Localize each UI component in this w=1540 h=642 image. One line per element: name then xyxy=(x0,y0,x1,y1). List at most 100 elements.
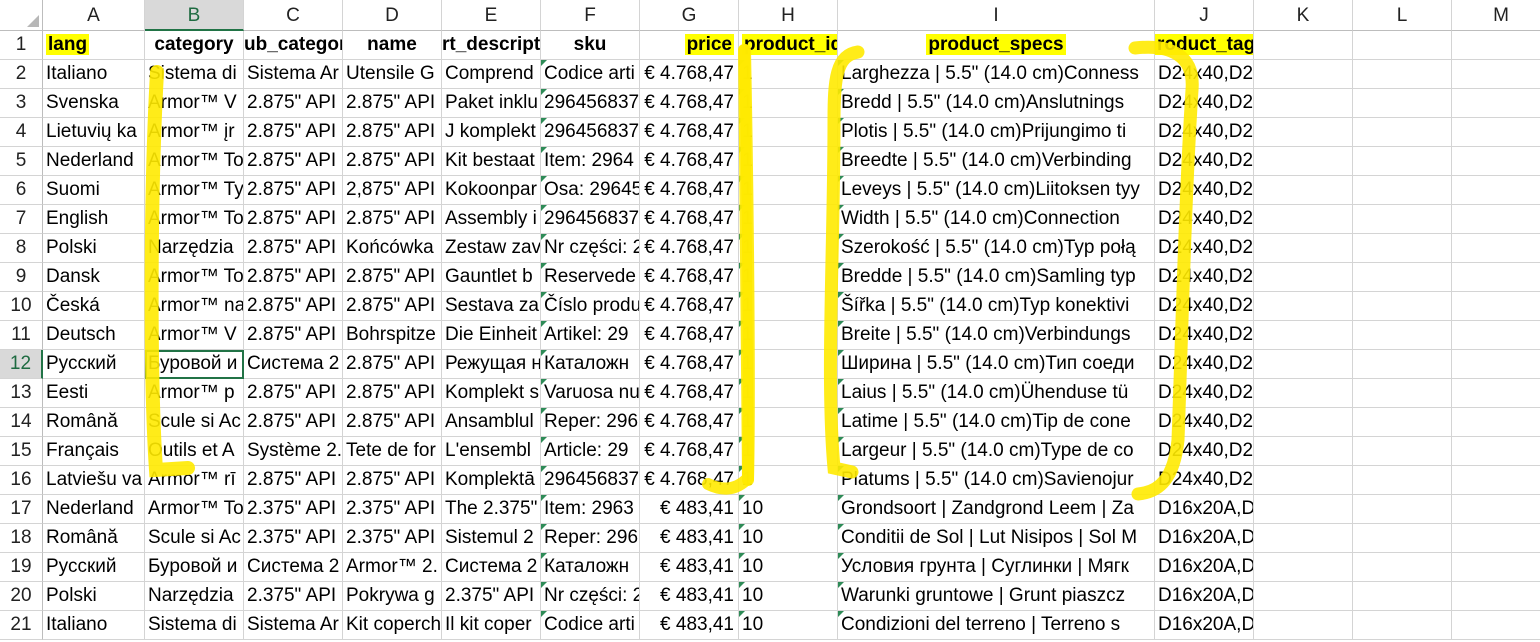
column-header-f[interactable]: F xyxy=(541,0,640,31)
select-all-corner[interactable] xyxy=(0,0,43,31)
cell-a6[interactable]: Suomi xyxy=(43,176,145,205)
cell-f1[interactable]: sku xyxy=(541,31,640,60)
cell-i21[interactable]: Condizioni del terreno | Terreno s xyxy=(838,611,1155,640)
cell-d11[interactable]: Bohrspitze xyxy=(343,321,442,350)
cell-l1[interactable] xyxy=(1353,31,1452,60)
cell-e8[interactable]: Zestaw zav xyxy=(442,234,541,263)
column-header-m[interactable]: M xyxy=(1452,0,1540,31)
cell-b5[interactable]: Armor™ To xyxy=(145,147,244,176)
row-header-12[interactable]: 12 xyxy=(0,350,43,379)
cell-j11[interactable]: D24x40,D24x40A,D24x40SeriesII,D24x40S xyxy=(1155,321,1254,350)
row-header-15[interactable]: 15 xyxy=(0,437,43,466)
cell-g14[interactable]: € 4.768,47 xyxy=(640,408,739,437)
cell-c18[interactable]: 2.375" API xyxy=(244,524,343,553)
cell-b17[interactable]: Armor™ To xyxy=(145,495,244,524)
cell-g13[interactable]: € 4.768,47 xyxy=(640,379,739,408)
row-header-9[interactable]: 9 xyxy=(0,263,43,292)
cell-f11[interactable]: Artikel: 29 xyxy=(541,321,640,350)
cell-c13[interactable]: 2.875" API xyxy=(244,379,343,408)
cell-a4[interactable]: Lietuvių ka xyxy=(43,118,145,147)
cell-b13[interactable]: Armor™ p xyxy=(145,379,244,408)
cell-i1[interactable]: product_specs xyxy=(838,31,1155,60)
cell-l4[interactable] xyxy=(1353,118,1452,147)
cell-e1[interactable]: rt_descript xyxy=(442,31,541,60)
cell-c7[interactable]: 2.875" API xyxy=(244,205,343,234)
cell-c16[interactable]: 2.875" API xyxy=(244,466,343,495)
cell-e7[interactable]: Assembly i xyxy=(442,205,541,234)
cell-g10[interactable]: € 4.768,47 xyxy=(640,292,739,321)
cell-b21[interactable]: Sistema di xyxy=(145,611,244,640)
cell-i3[interactable]: Bredd | 5.5" (14.0 cm)Anslutnings xyxy=(838,89,1155,118)
cell-g11[interactable]: € 4.768,47 xyxy=(640,321,739,350)
cell-m20[interactable] xyxy=(1452,582,1540,611)
cell-a1[interactable]: lang xyxy=(43,31,145,60)
cell-b9[interactable]: Armor™ To xyxy=(145,263,244,292)
cell-e16[interactable]: Komplektā xyxy=(442,466,541,495)
cell-i14[interactable]: Latime | 5.5" (14.0 cm)Tip de cone xyxy=(838,408,1155,437)
cell-a19[interactable]: Русский xyxy=(43,553,145,582)
cell-l15[interactable] xyxy=(1353,437,1452,466)
row-header-1[interactable]: 1 xyxy=(0,31,43,60)
cell-m9[interactable] xyxy=(1452,263,1540,292)
cell-e4[interactable]: J komplekt xyxy=(442,118,541,147)
cell-f12[interactable]: Каталожн xyxy=(541,350,640,379)
cell-h1[interactable]: product_id xyxy=(739,31,838,60)
cell-a15[interactable]: Français xyxy=(43,437,145,466)
row-header-17[interactable]: 17 xyxy=(0,495,43,524)
cell-i11[interactable]: Breite | 5.5" (14.0 cm)Verbindungs xyxy=(838,321,1155,350)
cell-g6[interactable]: € 4.768,47 xyxy=(640,176,739,205)
column-header-e[interactable]: E xyxy=(442,0,541,31)
row-header-16[interactable]: 16 xyxy=(0,466,43,495)
cell-a11[interactable]: Deutsch xyxy=(43,321,145,350)
cell-k12[interactable] xyxy=(1254,350,1353,379)
cell-c4[interactable]: 2.875" API xyxy=(244,118,343,147)
cell-c11[interactable]: 2.875" API xyxy=(244,321,343,350)
column-header-b[interactable]: B xyxy=(145,0,244,31)
cell-b4[interactable]: Armor™ įr xyxy=(145,118,244,147)
cell-c9[interactable]: 2.875" API xyxy=(244,263,343,292)
cell-c1[interactable]: ub_categor xyxy=(244,31,343,60)
cell-b1[interactable]: category xyxy=(145,31,244,60)
column-header-g[interactable]: G xyxy=(640,0,739,31)
cell-j4[interactable]: D24x40,D24x40A,D24x40SeriesII,D24x40S xyxy=(1155,118,1254,147)
cell-l9[interactable] xyxy=(1353,263,1452,292)
cell-f18[interactable]: Reper: 296 xyxy=(541,524,640,553)
cell-i5[interactable]: Breedte | 5.5" (14.0 cm)Verbinding xyxy=(838,147,1155,176)
cell-g9[interactable]: € 4.768,47 xyxy=(640,263,739,292)
row-header-3[interactable]: 3 xyxy=(0,89,43,118)
cell-f14[interactable]: Reper: 296 xyxy=(541,408,640,437)
cell-k2[interactable] xyxy=(1254,60,1353,89)
cell-k11[interactable] xyxy=(1254,321,1353,350)
cell-h8[interactable]: 1 xyxy=(739,234,838,263)
cell-b12[interactable]: Буровой и xyxy=(145,350,244,379)
cell-k16[interactable] xyxy=(1254,466,1353,495)
column-header-d[interactable]: D xyxy=(343,0,442,31)
cell-g8[interactable]: € 4.768,47 xyxy=(640,234,739,263)
cell-d2[interactable]: Utensile G xyxy=(343,60,442,89)
cell-j10[interactable]: D24x40,D24x40A,D24x40SeriesII,D24x40S xyxy=(1155,292,1254,321)
cell-f9[interactable]: Reservede xyxy=(541,263,640,292)
cell-j3[interactable]: D24x40,D24x40A,D24x40SeriesII,D24x40S xyxy=(1155,89,1254,118)
cell-j5[interactable]: D24x40,D24x40A,D24x40SeriesII,D24x40S xyxy=(1155,147,1254,176)
cell-g3[interactable]: € 4.768,47 xyxy=(640,89,739,118)
cell-g20[interactable]: € 483,41 xyxy=(640,582,739,611)
cell-j9[interactable]: D24x40,D24x40A,D24x40SeriesII,D24x40S xyxy=(1155,263,1254,292)
cell-h7[interactable]: 1 xyxy=(739,205,838,234)
cell-j12[interactable]: D24x40,D24x40A,D24x40SeriesII,D24x40S xyxy=(1155,350,1254,379)
cell-b2[interactable]: Sistema di xyxy=(145,60,244,89)
cell-m12[interactable] xyxy=(1452,350,1540,379)
cell-m7[interactable] xyxy=(1452,205,1540,234)
cell-k14[interactable] xyxy=(1254,408,1353,437)
cell-l3[interactable] xyxy=(1353,89,1452,118)
cell-d12[interactable]: 2.875" API xyxy=(343,350,442,379)
row-header-14[interactable]: 14 xyxy=(0,408,43,437)
cell-d6[interactable]: 2,875" API xyxy=(343,176,442,205)
column-header-c[interactable]: C xyxy=(244,0,343,31)
cell-l8[interactable] xyxy=(1353,234,1452,263)
cell-h21[interactable]: 10 xyxy=(739,611,838,640)
cell-c21[interactable]: Sistema Ar xyxy=(244,611,343,640)
cell-c6[interactable]: 2.875" API xyxy=(244,176,343,205)
cell-e10[interactable]: Sestava za xyxy=(442,292,541,321)
cell-h6[interactable]: 1 xyxy=(739,176,838,205)
cell-e12[interactable]: Режущая н xyxy=(442,350,541,379)
